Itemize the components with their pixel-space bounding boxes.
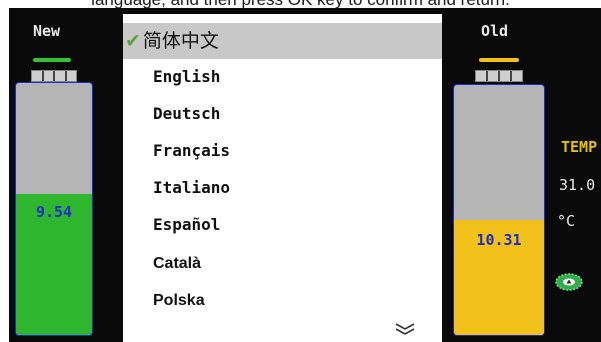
- new-battery-value: 9.54: [35, 203, 73, 221]
- language-option-label: Español: [153, 215, 221, 234]
- new-label: New: [33, 22, 61, 40]
- language-option-label: Français: [153, 141, 231, 160]
- checkmark-icon: ✔: [125, 30, 141, 52]
- language-option-italiano[interactable]: Italiano: [123, 170, 442, 206]
- language-option-english[interactable]: English: [123, 59, 442, 95]
- language-option-label: Català: [153, 255, 202, 272]
- temperature-value: 31.0: [559, 176, 596, 194]
- old-battery-cap: [475, 70, 523, 82]
- new-underline: [33, 58, 71, 62]
- language-option-catala[interactable]: Català: [123, 246, 442, 282]
- double-chevron-down-icon[interactable]: [393, 322, 417, 336]
- old-label: Old: [481, 22, 509, 40]
- old-battery-value: 10.31: [476, 231, 522, 249]
- temperature-label: TEMP: [561, 138, 598, 156]
- language-option-label: English: [153, 67, 221, 86]
- gear-icon: [555, 273, 583, 291]
- language-option-francais[interactable]: Français: [123, 133, 442, 169]
- language-menu: ✔ 简体中文 English Deutsch Français Italiano …: [123, 14, 442, 342]
- language-option-polska[interactable]: Polska: [123, 283, 442, 319]
- new-battery: 9.54: [15, 82, 93, 336]
- old-battery: 10.31: [453, 84, 545, 336]
- language-option-label: Italiano: [153, 178, 231, 197]
- device-screen: New 9.54 ✔ 简体中文 English Deutsch Français …: [9, 8, 601, 342]
- language-option-espanol[interactable]: Español: [123, 207, 442, 243]
- language-option-deutsch[interactable]: Deutsch: [123, 96, 442, 132]
- language-option-label: Deutsch: [153, 104, 221, 123]
- language-option-label: Polska: [153, 292, 205, 309]
- old-underline: [479, 58, 519, 62]
- temperature-unit: °C: [557, 212, 576, 230]
- language-option-label: 简体中文: [142, 30, 219, 52]
- language-option-chinese[interactable]: ✔ 简体中文: [123, 23, 442, 59]
- new-battery-cap: [31, 70, 77, 82]
